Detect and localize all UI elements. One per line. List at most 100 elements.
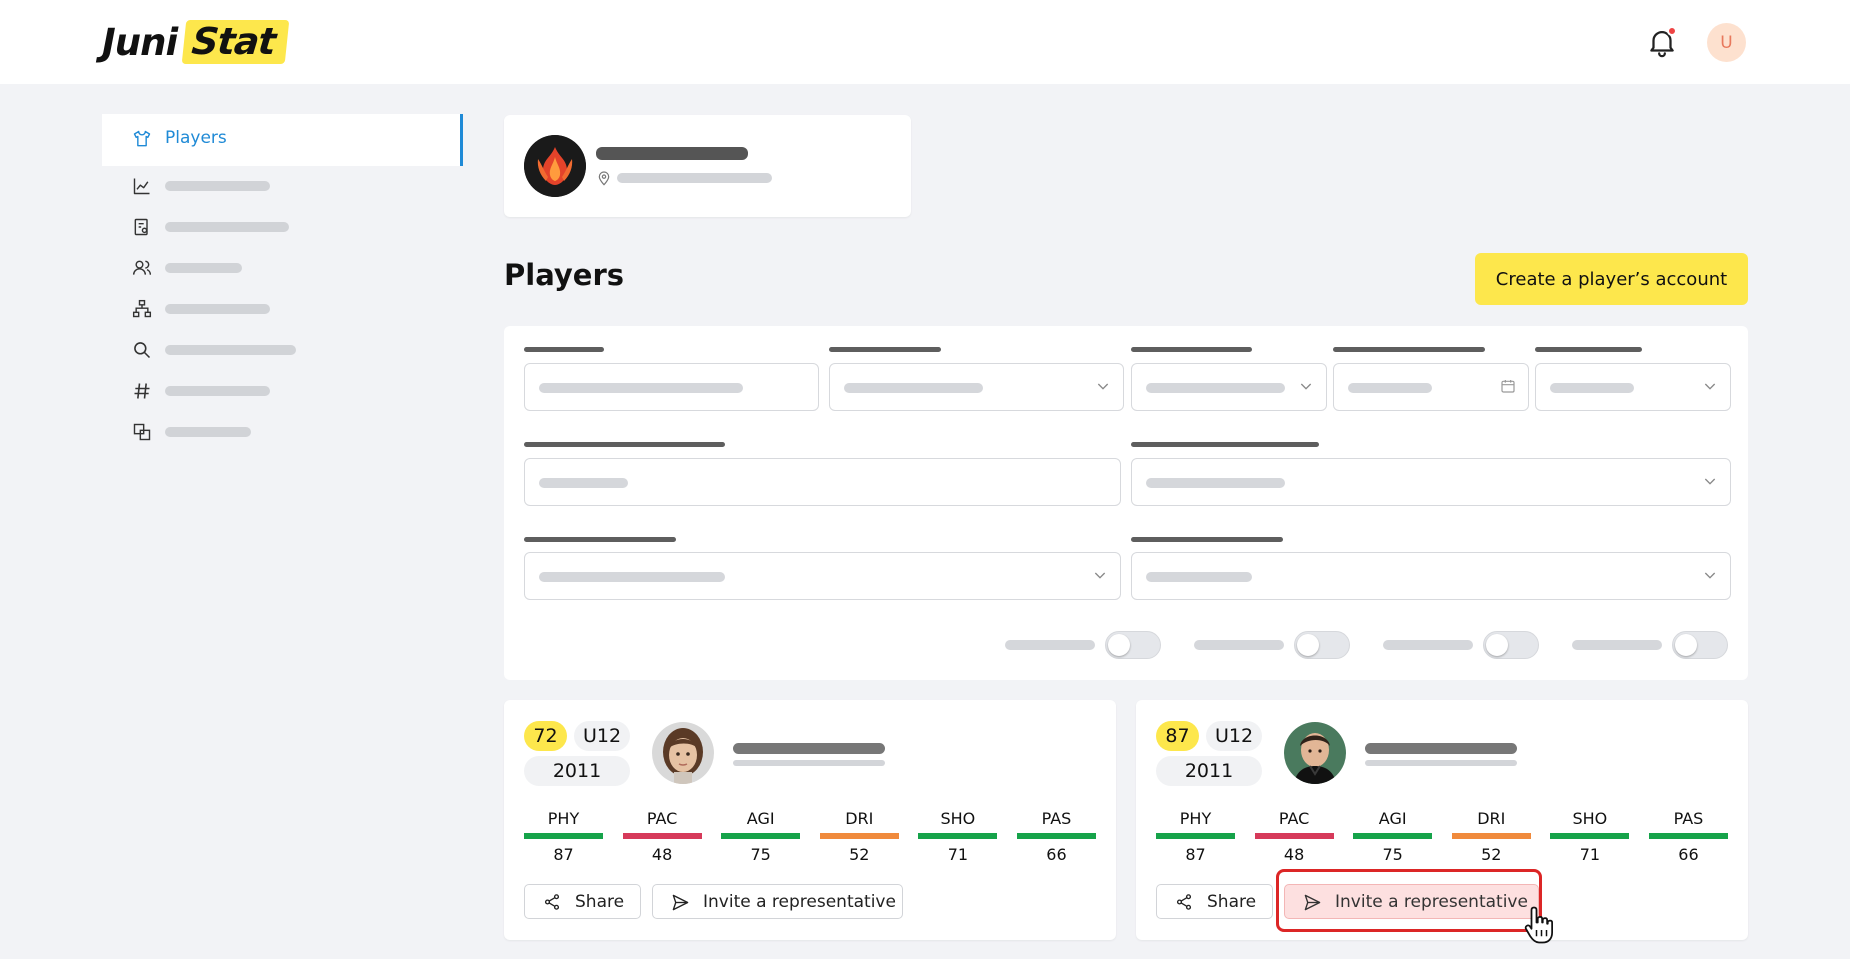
club-location-placeholder bbox=[617, 173, 772, 183]
filter-label bbox=[829, 347, 941, 352]
avatar[interactable]: U bbox=[1707, 23, 1746, 62]
filter-select-3[interactable] bbox=[1535, 363, 1731, 411]
share-button[interactable]: Share bbox=[524, 884, 641, 919]
rating-badge: 72 bbox=[524, 721, 567, 751]
filter-label bbox=[1131, 442, 1319, 447]
create-player-account-button[interactable]: Create a player’s account bbox=[1475, 253, 1748, 305]
chevron-down-icon bbox=[1704, 383, 1716, 390]
club-logo bbox=[524, 135, 586, 197]
date-input[interactable] bbox=[1333, 363, 1529, 411]
age-group-badge: U12 bbox=[574, 721, 630, 751]
name-search-input[interactable] bbox=[524, 363, 819, 411]
sidebar-item-placeholder bbox=[165, 181, 270, 191]
filter-label bbox=[1131, 347, 1252, 352]
stat-pas: PAS 66 bbox=[1016, 809, 1096, 864]
player-photo bbox=[1284, 722, 1346, 784]
filter-label bbox=[1333, 347, 1485, 352]
chevron-down-icon bbox=[1097, 383, 1109, 390]
sidebar-item-players[interactable]: Players bbox=[102, 114, 463, 166]
highlight-outline bbox=[1276, 869, 1542, 932]
stat-pac: PAC 48 bbox=[622, 809, 702, 864]
filter-select-2[interactable] bbox=[1131, 363, 1327, 411]
club-name-placeholder bbox=[596, 147, 748, 160]
chart-icon bbox=[133, 178, 150, 195]
chevron-down-icon bbox=[1300, 383, 1312, 390]
filter-label bbox=[524, 347, 604, 352]
stat-sho: SHO 71 bbox=[918, 809, 998, 864]
filter-select-5[interactable] bbox=[524, 552, 1121, 600]
sidebar-item-tags[interactable] bbox=[132, 379, 432, 403]
invite-label: Invite a representative bbox=[703, 891, 896, 912]
club-card[interactable] bbox=[504, 115, 911, 217]
filter-toggle-1[interactable] bbox=[1105, 631, 1161, 659]
player-stats: PHY 87 PAC 48 AGI 75 DRI 52 SHO 71 PAS 66 bbox=[524, 809, 1096, 864]
chevron-down-icon bbox=[1704, 572, 1716, 579]
top-bar: Juni Stat U bbox=[0, 0, 1850, 84]
filter-label bbox=[524, 537, 676, 542]
sidebar-item-placeholder bbox=[165, 386, 270, 396]
player-name-placeholder bbox=[1365, 743, 1517, 754]
sidebar-item-placeholder bbox=[165, 263, 242, 273]
sidebar-item-placeholder bbox=[165, 345, 296, 355]
share-icon bbox=[544, 894, 560, 910]
users-icon bbox=[132, 260, 152, 275]
sidebar-item-reports[interactable] bbox=[132, 215, 432, 239]
toggle-label bbox=[1383, 640, 1473, 650]
player-info-placeholder bbox=[733, 760, 885, 766]
filter-label bbox=[524, 442, 725, 447]
filter-select-1[interactable] bbox=[829, 363, 1124, 411]
hierarchy-icon bbox=[132, 299, 152, 318]
filter-select-6[interactable] bbox=[1131, 552, 1731, 600]
birth-year-badge: 2011 bbox=[1156, 756, 1262, 786]
stat-agi: AGI 75 bbox=[1353, 809, 1433, 864]
filter-label bbox=[1535, 347, 1642, 352]
filter-toggle-2[interactable] bbox=[1294, 631, 1350, 659]
sidebar-item-structure[interactable] bbox=[132, 297, 432, 321]
share-button[interactable]: Share bbox=[1156, 884, 1273, 919]
sidebar-item-label: Players bbox=[165, 128, 227, 148]
toggle-label bbox=[1005, 640, 1095, 650]
age-group-badge: U12 bbox=[1206, 721, 1262, 751]
sidebar-item-search[interactable] bbox=[132, 338, 432, 362]
stat-phy: PHY 87 bbox=[1156, 809, 1235, 864]
logo-text-stat: Stat bbox=[181, 20, 290, 64]
invite-representative-button[interactable]: Invite a representative bbox=[652, 884, 903, 919]
filter-toggle-3[interactable] bbox=[1483, 631, 1539, 659]
sidebar-item-users[interactable] bbox=[132, 256, 432, 280]
filter-input-wide[interactable] bbox=[524, 458, 1121, 506]
birth-year-badge: 2011 bbox=[524, 756, 630, 786]
location-pin-icon bbox=[598, 171, 610, 186]
toggle-label bbox=[1194, 640, 1284, 650]
stat-dri: DRI 52 bbox=[819, 809, 899, 864]
sidebar-item-placeholder bbox=[165, 222, 289, 232]
stat-dri: DRI 52 bbox=[1451, 809, 1531, 864]
player-stats: PHY 87 PAC 48 AGI 75 DRI 52 SHO 71 PAS 66 bbox=[1156, 809, 1728, 864]
sidebar-item-copy[interactable] bbox=[132, 420, 432, 444]
report-icon bbox=[134, 218, 148, 236]
sidebar-item-placeholder bbox=[165, 427, 251, 437]
toggle-label bbox=[1572, 640, 1662, 650]
filter-select-4[interactable] bbox=[1131, 458, 1731, 506]
share-label: Share bbox=[1207, 891, 1257, 912]
filter-toggle-4[interactable] bbox=[1672, 631, 1728, 659]
notification-dot bbox=[1667, 26, 1677, 36]
player-card[interactable]: 72 U12 2011 PHY 87 PAC 48 AGI 75 DRI 52 SHO 7… bbox=[504, 700, 1116, 940]
hashtag-icon bbox=[134, 383, 150, 399]
share-label: Share bbox=[575, 891, 625, 912]
stat-sho: SHO 71 bbox=[1550, 809, 1630, 864]
copy-icon bbox=[133, 423, 151, 441]
shirt-icon bbox=[133, 130, 151, 147]
sidebar-item-statistics[interactable] bbox=[132, 174, 432, 198]
logo[interactable]: Juni Stat bbox=[102, 20, 290, 64]
hand-cursor-icon bbox=[1524, 906, 1553, 944]
filters-panel bbox=[504, 326, 1748, 680]
chevron-down-icon bbox=[1704, 478, 1716, 485]
chevron-down-icon bbox=[1094, 572, 1106, 579]
filter-label bbox=[1131, 537, 1283, 542]
player-info-placeholder bbox=[1365, 760, 1517, 766]
player-photo bbox=[652, 722, 714, 784]
player-name-placeholder bbox=[733, 743, 885, 754]
sidebar-item-placeholder bbox=[165, 304, 270, 314]
logo-text-juni: Juni bbox=[102, 20, 178, 64]
calendar-icon bbox=[1501, 380, 1515, 393]
